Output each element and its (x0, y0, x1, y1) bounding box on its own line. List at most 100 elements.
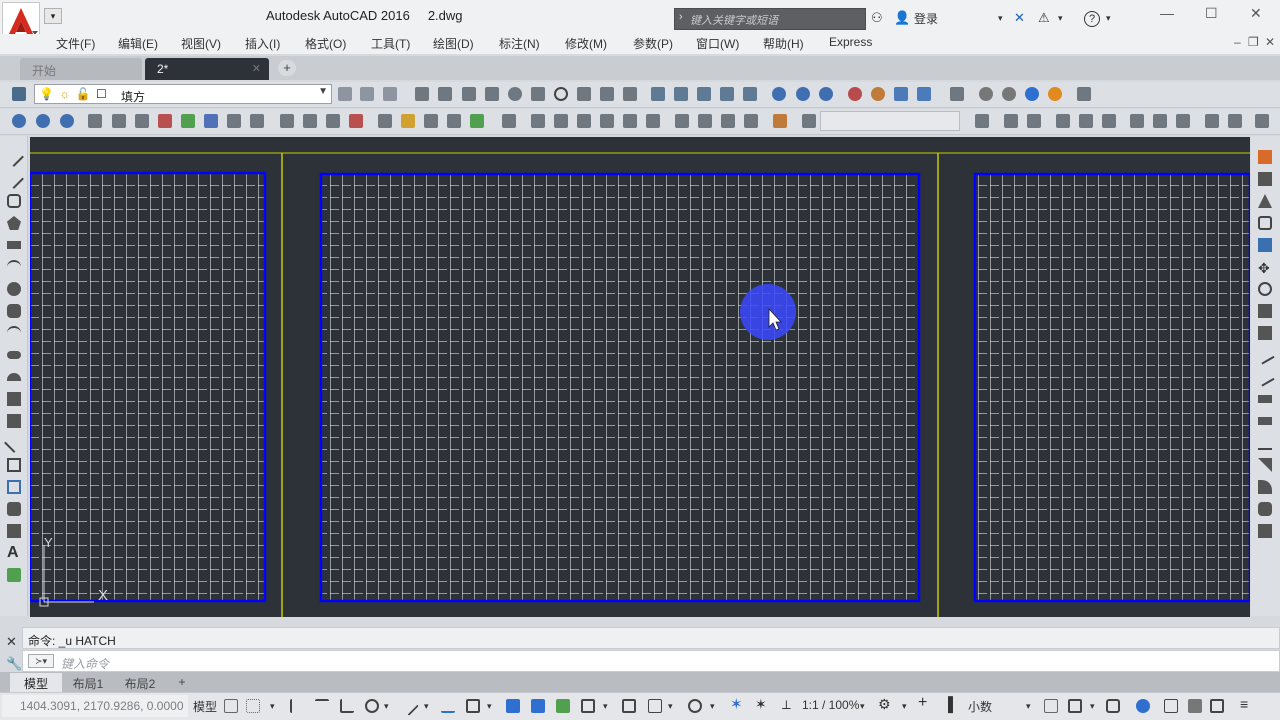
array-icon[interactable] (470, 114, 484, 128)
dim-continue-icon[interactable] (1176, 114, 1190, 128)
lock-ui-icon[interactable] (1068, 699, 1082, 713)
rotate-tool-icon[interactable] (1258, 282, 1272, 296)
polygon-icon[interactable] (7, 216, 21, 230)
rotate-icon[interactable] (378, 114, 392, 128)
hatch-region-right[interactable] (973, 172, 1250, 603)
lock-dropdown-icon[interactable]: ▾ (1090, 701, 1095, 712)
explode-tool-icon[interactable] (1258, 524, 1272, 538)
coordinate-readout[interactable]: 1404.3091, 2170.9286, 0.0000 (2, 695, 188, 717)
ucs-icon[interactable] (88, 114, 102, 128)
scale-dropdown-icon[interactable]: ▾ (860, 701, 865, 712)
tab-close-icon[interactable]: ✕ (252, 62, 261, 75)
login-dropdown-icon[interactable]: ▾ (998, 13, 1003, 24)
workspace-dropdown-icon[interactable]: ▾ (902, 701, 907, 712)
construction-line-icon[interactable] (4, 169, 24, 189)
osnap-dropdown-icon[interactable]: ▾ (487, 701, 492, 712)
user-icon[interactable]: 👤 (894, 10, 910, 26)
snap-dropdown-icon[interactable]: ▾ (270, 701, 275, 712)
login-link[interactable]: 登录 (914, 10, 938, 27)
orbit-icon[interactable] (12, 114, 26, 128)
orbit-3-icon[interactable] (60, 114, 74, 128)
cone-icon[interactable] (485, 87, 499, 101)
help-icon[interactable]: ? (1084, 11, 1100, 27)
slice-icon[interactable] (720, 87, 734, 101)
menu-help[interactable]: 帮助(H) (763, 35, 804, 52)
snap-icon[interactable] (246, 699, 260, 713)
quick-access-dropdown[interactable]: ▾ (44, 8, 62, 24)
a360-icon[interactable]: ⚠ (1038, 10, 1050, 26)
materials-icon[interactable] (894, 87, 908, 101)
arc-icon[interactable] (7, 260, 21, 274)
extend-icon[interactable] (531, 114, 545, 128)
break-icon[interactable] (554, 114, 568, 128)
helix-icon[interactable] (744, 114, 758, 128)
ucs-y-icon[interactable] (181, 114, 195, 128)
box-icon[interactable] (415, 87, 429, 101)
dim-linear-icon[interactable] (975, 114, 989, 128)
offset-icon[interactable] (447, 114, 461, 128)
menu-draw[interactable]: 绘图(D) (433, 35, 474, 52)
named-view-box[interactable] (820, 111, 960, 131)
layer-properties-icon[interactable] (12, 87, 26, 101)
union-icon[interactable] (651, 87, 665, 101)
erase-icon[interactable] (349, 114, 363, 128)
ortho-icon[interactable] (340, 699, 354, 713)
revolve-icon[interactable] (721, 114, 735, 128)
clean-screen-icon[interactable] (1164, 699, 1178, 713)
lineweight-icon[interactable] (506, 699, 520, 713)
ellipse-arc-icon[interactable] (7, 373, 21, 381)
object-snap-icon[interactable] (466, 699, 480, 713)
add-layout-button[interactable]: + (170, 673, 194, 692)
quick-properties-icon[interactable] (1044, 699, 1058, 713)
infer-constraints-icon[interactable] (290, 699, 304, 713)
dynamic-ucs-icon[interactable] (622, 699, 636, 713)
grid-icon[interactable] (224, 699, 238, 713)
menu-parametric[interactable]: 参数(P) (633, 35, 673, 52)
erase-tool-icon[interactable] (1258, 150, 1272, 164)
ucs-world-icon[interactable] (135, 114, 149, 128)
properties-icon[interactable] (1077, 87, 1091, 101)
explode-icon[interactable] (646, 114, 660, 128)
polyline-icon[interactable] (7, 194, 21, 208)
line-icon[interactable] (4, 147, 24, 167)
layer-dropdown[interactable]: 💡 ☼ 🔓 ☐ 填方 ▼ (34, 84, 332, 104)
menu-express[interactable]: Express (829, 35, 872, 49)
rectangle-icon[interactable] (7, 241, 21, 249)
visual-style-3-icon[interactable] (819, 87, 833, 101)
wedge-icon[interactable] (438, 87, 452, 101)
isodraft-dropdown-icon[interactable]: ▾ (424, 701, 429, 712)
ucs-view-icon[interactable] (227, 114, 241, 128)
dim-angular-icon[interactable] (1130, 114, 1144, 128)
menu-modify[interactable]: 修改(M) (565, 35, 607, 52)
camera-icon[interactable] (773, 114, 787, 128)
blend-tool-icon[interactable] (1258, 502, 1272, 516)
presspull-icon[interactable] (623, 87, 637, 101)
close-icon[interactable]: ✕ (6, 634, 17, 650)
model-space-label[interactable]: 模型 (193, 698, 217, 715)
dim-space-icon[interactable] (1205, 114, 1219, 128)
hardware-acceleration-icon[interactable] (1188, 699, 1202, 713)
mirror-icon[interactable] (424, 114, 438, 128)
ucs-x-icon[interactable] (158, 114, 172, 128)
subtract-icon[interactable] (674, 87, 688, 101)
ucs-origin-icon[interactable] (112, 114, 126, 128)
exchange-apps-icon[interactable]: ✕ (1014, 10, 1025, 26)
fillet-icon[interactable] (623, 114, 637, 128)
3d-osnap-icon[interactable] (581, 699, 595, 713)
3d-osnap-dropdown-icon[interactable]: ▾ (603, 701, 608, 712)
close-button[interactable]: ✕ (1250, 5, 1262, 22)
trim-tool-icon[interactable] (1255, 345, 1275, 365)
stretch-tool-icon[interactable] (1258, 326, 1272, 340)
isolate-objects-icon[interactable] (1106, 699, 1120, 713)
mirror-tool-icon[interactable] (1258, 194, 1272, 208)
spline-icon[interactable] (7, 326, 21, 340)
tab-layout2[interactable]: 布局2 (116, 673, 164, 692)
view-manager-icon[interactable] (950, 87, 964, 101)
doc-minimize-button[interactable]: – (1234, 35, 1241, 49)
layer-previous-icon[interactable] (360, 87, 374, 101)
gradient-icon[interactable] (7, 480, 21, 494)
workspace-gear-icon[interactable]: ⚙ (878, 696, 891, 713)
array-tool-icon[interactable] (1258, 238, 1272, 252)
transparency-icon[interactable] (531, 699, 545, 713)
dim-radius-icon[interactable] (1079, 114, 1093, 128)
